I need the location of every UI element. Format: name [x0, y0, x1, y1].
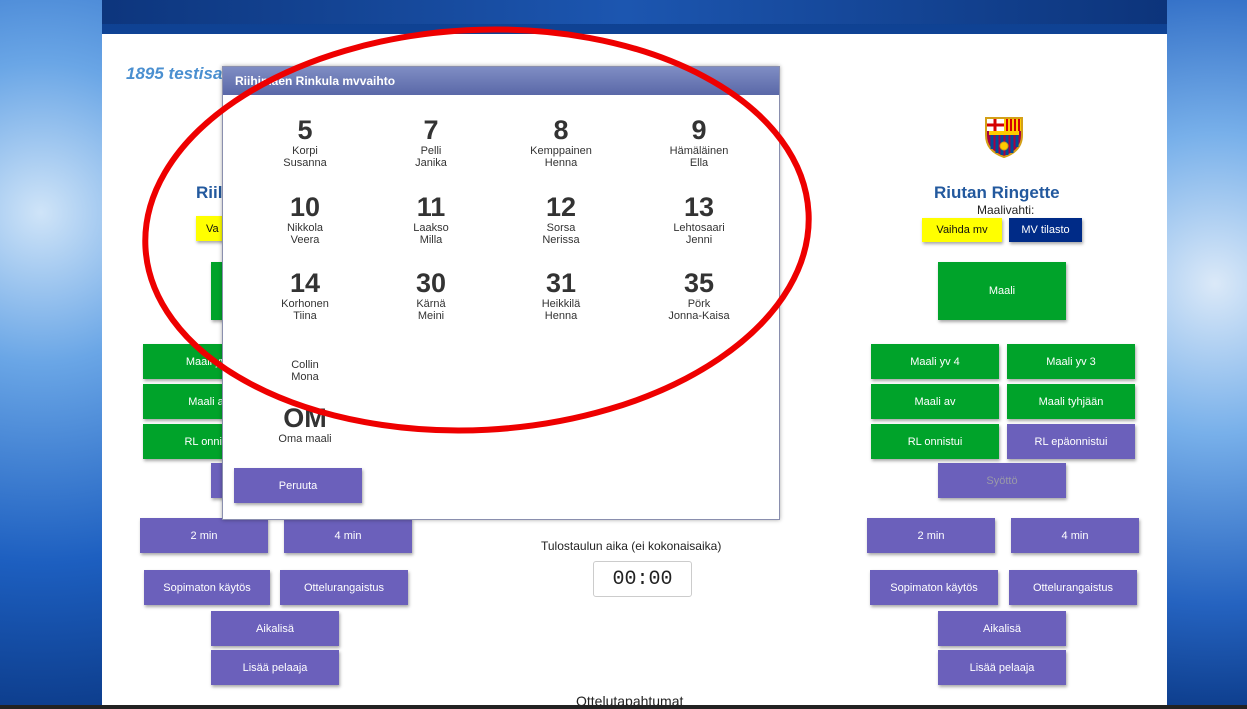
- player-last-name: Collin: [291, 359, 319, 371]
- player-last-name: Sorsa: [546, 222, 576, 234]
- player-option-31[interactable]: 31 Heikkilä Henna: [501, 268, 621, 322]
- player-number: 5: [297, 115, 313, 145]
- left-match-penalty-button[interactable]: Ottelurangaistus: [280, 570, 408, 605]
- player-number: 12: [545, 192, 577, 222]
- player-first-name: Mona: [291, 371, 319, 383]
- player-first-name: Veera: [290, 234, 320, 246]
- player-option-13[interactable]: 13 Lehtosaari Jenni: [639, 192, 759, 246]
- right-penalty-shot-fail-button[interactable]: RL epäonnistui: [1007, 424, 1135, 459]
- player-option-7[interactable]: 7 Pelli Janika: [371, 115, 491, 169]
- left-2min-button[interactable]: 2 min: [140, 518, 268, 553]
- own-goal-label: Oma maali: [278, 433, 332, 445]
- own-goal-option[interactable]: OM Oma maali: [245, 403, 365, 445]
- player-first-name: Susanna: [283, 157, 327, 169]
- goalie-change-dialog: Riihimäen Rinkula mvvaihto 5 Korpi Susan…: [222, 66, 780, 520]
- player-option-30[interactable]: 30 Kärnä Meini: [371, 268, 491, 322]
- player-number: 14: [289, 268, 321, 298]
- top-banner: [0, 0, 1247, 24]
- own-goal-code: OM: [283, 403, 327, 433]
- player-number: 9: [691, 115, 707, 145]
- player-last-name: Nikkola: [286, 222, 324, 234]
- right-goalie-stats-button[interactable]: MV tilasto: [1009, 218, 1082, 242]
- team-crest-icon: [985, 117, 1023, 159]
- player-first-name: Henna: [544, 310, 578, 322]
- bottom-strip: [0, 705, 1247, 709]
- right-pp3-goal-button[interactable]: Maali yv 3: [1007, 344, 1135, 379]
- right-change-goalie-button[interactable]: Vaihda mv: [922, 218, 1002, 242]
- dialog-title: Riihimäen Rinkula mvvaihto: [223, 67, 779, 95]
- left-unsportsmanlike-button[interactable]: Sopimaton käytös: [144, 570, 270, 605]
- player-option-12[interactable]: 12 Sorsa Nerissa: [501, 192, 621, 246]
- player-last-name: Kemppainen: [530, 145, 592, 157]
- right-4min-button[interactable]: 4 min: [1011, 518, 1139, 553]
- right-penalty-shot-success-button[interactable]: RL onnistui: [871, 424, 999, 459]
- right-pp4-goal-button[interactable]: Maali yv 4: [871, 344, 999, 379]
- timer-label: Tulostaulun aika (ei kokonaisaika): [541, 539, 722, 553]
- player-last-name: Hämäläinen: [669, 145, 729, 157]
- player-number: 10: [289, 192, 321, 222]
- player-number: 31: [545, 268, 577, 298]
- left-4min-button[interactable]: 4 min: [284, 518, 412, 553]
- cancel-button[interactable]: Peruuta: [234, 468, 362, 503]
- right-add-player-button[interactable]: Lisää pelaaja: [938, 650, 1066, 685]
- right-assist-button[interactable]: Syöttö: [938, 463, 1066, 498]
- player-last-name: Pelli: [420, 145, 442, 157]
- player-number: 30: [415, 268, 447, 298]
- right-empty-net-goal-button[interactable]: Maali tyhjään: [1007, 384, 1135, 419]
- player-first-name: Henna: [544, 157, 578, 169]
- player-first-name: Jonna-Kaisa: [668, 310, 730, 322]
- player-option-14[interactable]: 14 Korhonen Tiina: [245, 268, 365, 322]
- player-number: 13: [683, 192, 715, 222]
- right-team-name: Riutan Ringette: [934, 183, 1060, 202]
- left-add-player-button[interactable]: Lisää pelaaja: [211, 650, 339, 685]
- left-team-name: Riil: [196, 183, 223, 202]
- player-first-name: Jenni: [685, 234, 713, 246]
- player-last-name: Kärnä: [416, 298, 446, 310]
- player-number: 35: [683, 268, 715, 298]
- player-first-name: Meini: [417, 310, 445, 322]
- player-option-35[interactable]: 35 Pörk Jonna-Kaisa: [639, 268, 759, 322]
- right-sh-goal-button[interactable]: Maali av: [871, 384, 999, 419]
- background-image-right: [1167, 0, 1247, 709]
- background-image-left: [0, 0, 102, 709]
- player-option-8[interactable]: 8 Kemppainen Henna: [501, 115, 621, 169]
- right-goalie-label: Maalivahti:: [977, 203, 1035, 217]
- player-first-name: Milla: [419, 234, 443, 246]
- right-timeout-button[interactable]: Aikalisä: [938, 611, 1066, 646]
- player-option-5[interactable]: 5 Korpi Susanna: [245, 115, 365, 169]
- player-option-10[interactable]: 10 Nikkola Veera: [245, 192, 365, 246]
- player-last-name: Korpi: [292, 145, 318, 157]
- player-first-name: Ella: [689, 157, 709, 169]
- left-timeout-button[interactable]: Aikalisä: [211, 611, 339, 646]
- player-first-name: Tiina: [293, 310, 317, 322]
- right-unsportsmanlike-button[interactable]: Sopimaton käytös: [870, 570, 998, 605]
- right-goal-button[interactable]: Maali: [938, 262, 1066, 320]
- player-number: 11: [416, 192, 446, 222]
- player-last-name: Heikkilä: [541, 298, 581, 310]
- player-number: 8: [553, 115, 569, 145]
- player-last-name: Pörk: [687, 298, 711, 310]
- player-option-9[interactable]: 9 Hämäläinen Ella: [639, 115, 759, 169]
- player-first-name: Nerissa: [542, 234, 580, 246]
- player-last-name: Lehtosaari: [673, 222, 725, 234]
- player-last-name: Laakso: [413, 222, 449, 234]
- player-option-11[interactable]: 11 Laakso Milla: [371, 192, 491, 246]
- right-match-penalty-button[interactable]: Ottelurangaistus: [1009, 570, 1137, 605]
- player-last-name: Korhonen: [281, 298, 329, 310]
- player-number: 7: [423, 115, 439, 145]
- player-first-name: Janika: [415, 157, 447, 169]
- right-2min-button[interactable]: 2 min: [867, 518, 995, 553]
- player-option-collin[interactable]: Collin Mona: [245, 359, 365, 383]
- scoreboard-time-input[interactable]: 00:00: [593, 561, 692, 597]
